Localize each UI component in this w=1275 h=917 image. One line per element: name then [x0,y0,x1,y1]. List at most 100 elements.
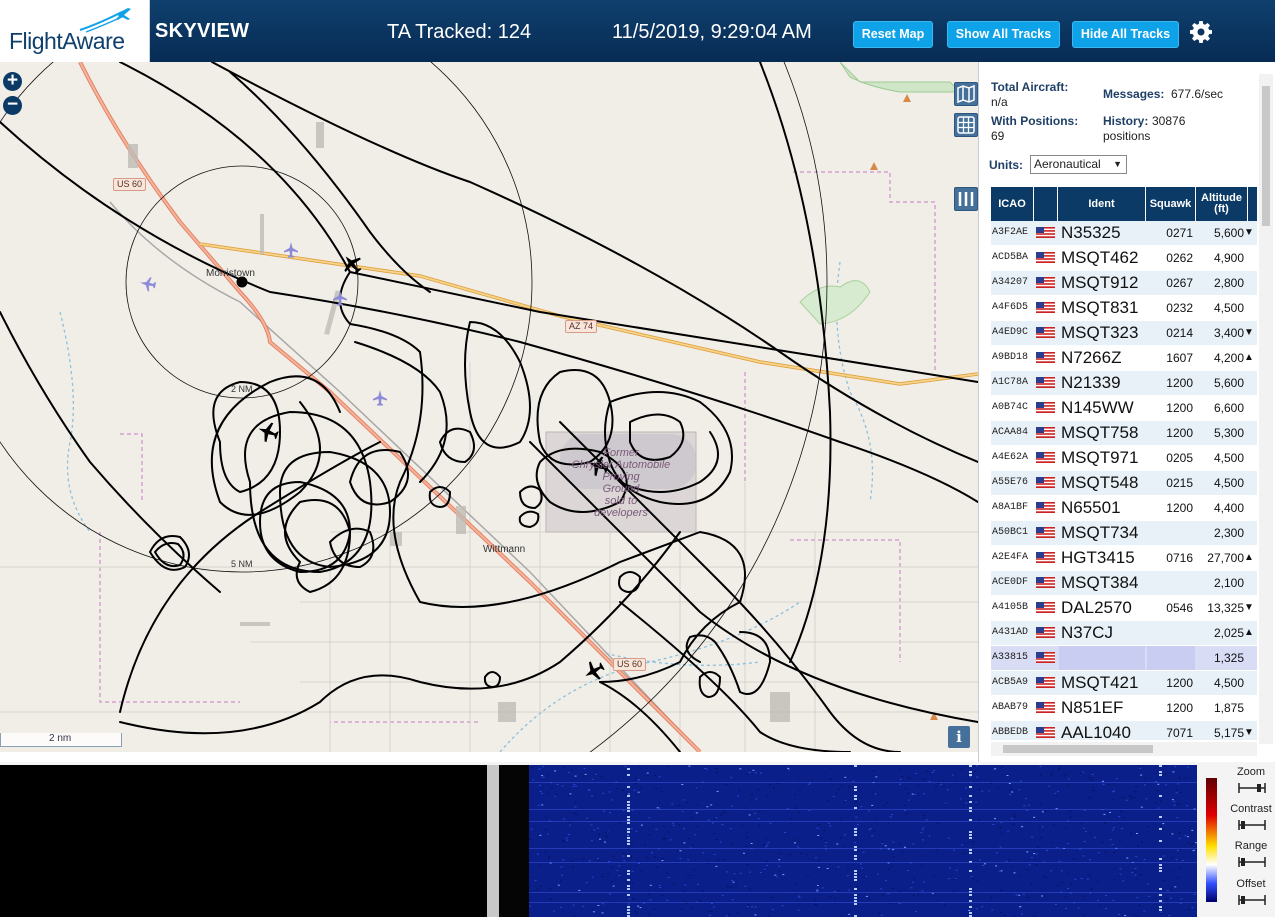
table-row[interactable]: A55E76 MSQT548 0215 4,500 [991,471,1257,496]
squawk-cell: 7071 [1166,726,1193,740]
table-row[interactable]: ACE0DF MSQT384 2,100 [991,571,1257,596]
horizontal-scrollbar[interactable] [991,742,1257,756]
us-flag-icon [1036,677,1055,688]
altitude-cell: 5,600 [1213,226,1244,240]
place-label-wittmann: Wittmann [483,544,526,555]
us-flag-icon [1036,327,1055,338]
table-row[interactable]: ABBEDB AAL1040 7071 5,175 ▼ [991,721,1257,740]
table-row[interactable]: A1C78A N21339 1200 5,600 [991,371,1257,396]
table-row[interactable]: A8A1BF N65501 1200 4,400 [991,496,1257,521]
ident-cell: HGT3415 [1061,548,1135,567]
icao-cell: A2E4FA [992,552,1029,563]
us-flag-icon [1036,402,1055,413]
altitude-trend-icon [1244,446,1256,470]
icao-cell: ACE0DF [992,577,1029,588]
flightaware-logo[interactable]: FlightAware [0,0,150,62]
horizontal-scroll-thumb[interactable] [1003,745,1153,753]
table-row[interactable]: A50BC1 MSQT734 2,300 [991,521,1257,546]
squawk-cell: 1607 [1166,351,1193,365]
icao-cell: A1C78A [992,377,1029,388]
squawk-cell [1147,646,1195,670]
altitude-trend-icon: ▼ [1244,727,1254,738]
table-row[interactable]: A34207 MSQT912 0267 2,800 [991,271,1257,296]
squawk-cell: 1200 [1166,701,1193,715]
table-row[interactable]: ABAB79 N851EF 1200 1,875 [991,696,1257,721]
table-row[interactable]: A4E62A MSQT971 0205 4,500 [991,446,1257,471]
table-row[interactable]: A3F2AE N35325 0271 5,600 ▼ [991,221,1257,246]
altitude-cell: 4,500 [1213,301,1244,315]
area-label-line: Chrysler Automobile [571,459,671,471]
table-row[interactable]: A4105B DAL2570 0546 13,325 ▼ [991,596,1257,621]
show-all-tracks-button[interactable]: Show All Tracks [947,21,1060,48]
icao-cell: A8A1BF [992,502,1029,513]
map-layers-button[interactable] [954,82,978,106]
units-select[interactable]: Aeronautical ▼ [1030,155,1127,174]
squawk-cell [1147,521,1195,545]
squawk-cell: 0262 [1166,251,1193,265]
ident-cell: MSQT971 [1061,448,1139,467]
squawk-cell: 1200 [1166,501,1193,515]
area-label-line: developers [594,507,648,519]
table-row[interactable]: ACD5BA MSQT462 0262 4,900 [991,246,1257,271]
ident-cell: MSQT912 [1061,273,1139,292]
altitude-cell: 4,400 [1213,501,1244,515]
table-row[interactable]: ACB5A9 MSQT421 1200 4,500 [991,671,1257,696]
squawk-cell: 0546 [1166,601,1193,615]
reset-map-button[interactable]: Reset Map [853,21,933,48]
tracked-count: TA Tracked: 124 [387,21,532,43]
squawk-cell: 0271 [1166,226,1193,240]
waterfall-display [499,765,1197,917]
icao-cell: ABBEDB [992,727,1029,738]
altitude-trend-icon [1244,521,1256,545]
history-unit: positions [1103,129,1151,143]
squawk-cell: 0267 [1166,276,1193,290]
dropdown-arrow-icon: ▼ [1113,159,1122,169]
table-row[interactable]: A33815 1,325 [991,646,1257,671]
altitude-cell: 6,600 [1213,401,1244,415]
map-view[interactable]: US 60 AZ 74 US 60 Morristown Wittmann 2 … [0,62,978,752]
table-row[interactable]: A9BD18 N7266Z 1607 4,200 ▲ [991,346,1257,371]
vertical-scrollbar[interactable] [1259,74,1273,744]
altitude-trend-icon [1244,371,1256,395]
zoom-out-button[interactable]: − [3,95,22,115]
table-row[interactable]: ACAA84 MSQT758 1200 5,300 [991,421,1257,446]
gear-icon[interactable] [1189,20,1213,44]
us-flag-icon [1036,377,1055,388]
column-header-icao[interactable]: ICAO [991,187,1034,221]
table-row[interactable]: A431AD N37CJ 2,025 ▲ [991,621,1257,646]
column-header-altitude[interactable]: Altitude (ft) [1196,187,1248,221]
hide-all-tracks-button[interactable]: Hide All Tracks [1072,21,1179,48]
altitude-cell: 4,200 [1213,351,1244,365]
panel-divider[interactable] [487,765,499,917]
vertical-scroll-thumb[interactable] [1262,86,1270,226]
units-label: Units: [989,158,1023,172]
map-scale-bar: 2 nm [0,733,122,747]
column-header-ident[interactable]: Ident [1058,187,1146,221]
table-row[interactable]: A0B74C N145WW 1200 6,600 [991,396,1257,421]
table-row[interactable]: A2E4FA HGT3415 0716 27,700 ▲ [991,546,1257,571]
table-row[interactable]: A4F6D5 MSQT831 0232 4,500 [991,296,1257,321]
ident-cell: MSQT548 [1061,473,1139,492]
us-flag-icon [1036,627,1055,638]
column-header-flag[interactable] [1034,187,1058,221]
spectrum-slider[interactable] [1237,819,1267,831]
column-header-squawk[interactable]: Squawk [1146,187,1196,221]
zoom-in-button[interactable]: + [3,71,22,91]
proving-ground-label: Former Chrysler Automobile Proving Groun… [566,447,676,519]
total-aircraft-label: Total Aircraft: [991,80,1069,94]
spectrum-control-label: Zoom [1236,766,1266,778]
area-label-line: Former [603,447,639,459]
spectrum-slider[interactable] [1237,894,1267,906]
icao-cell: ACD5BA [992,252,1029,263]
with-positions-label: With Positions: [991,114,1079,128]
spectrum-slider[interactable] [1237,782,1267,794]
range-rings-button[interactable] [954,113,978,137]
toggle-panel-button[interactable] [954,187,978,211]
altitude-trend-icon: ▲ [1244,627,1254,638]
table-row[interactable]: A4ED9C MSQT323 0214 3,400 ▼ [991,321,1257,346]
map-info-button[interactable]: i [948,726,970,748]
altitude-trend-icon [1244,696,1256,720]
spectrum-slider[interactable] [1237,856,1267,868]
altitude-trend-icon [1244,471,1256,495]
us-flag-icon [1036,727,1055,738]
